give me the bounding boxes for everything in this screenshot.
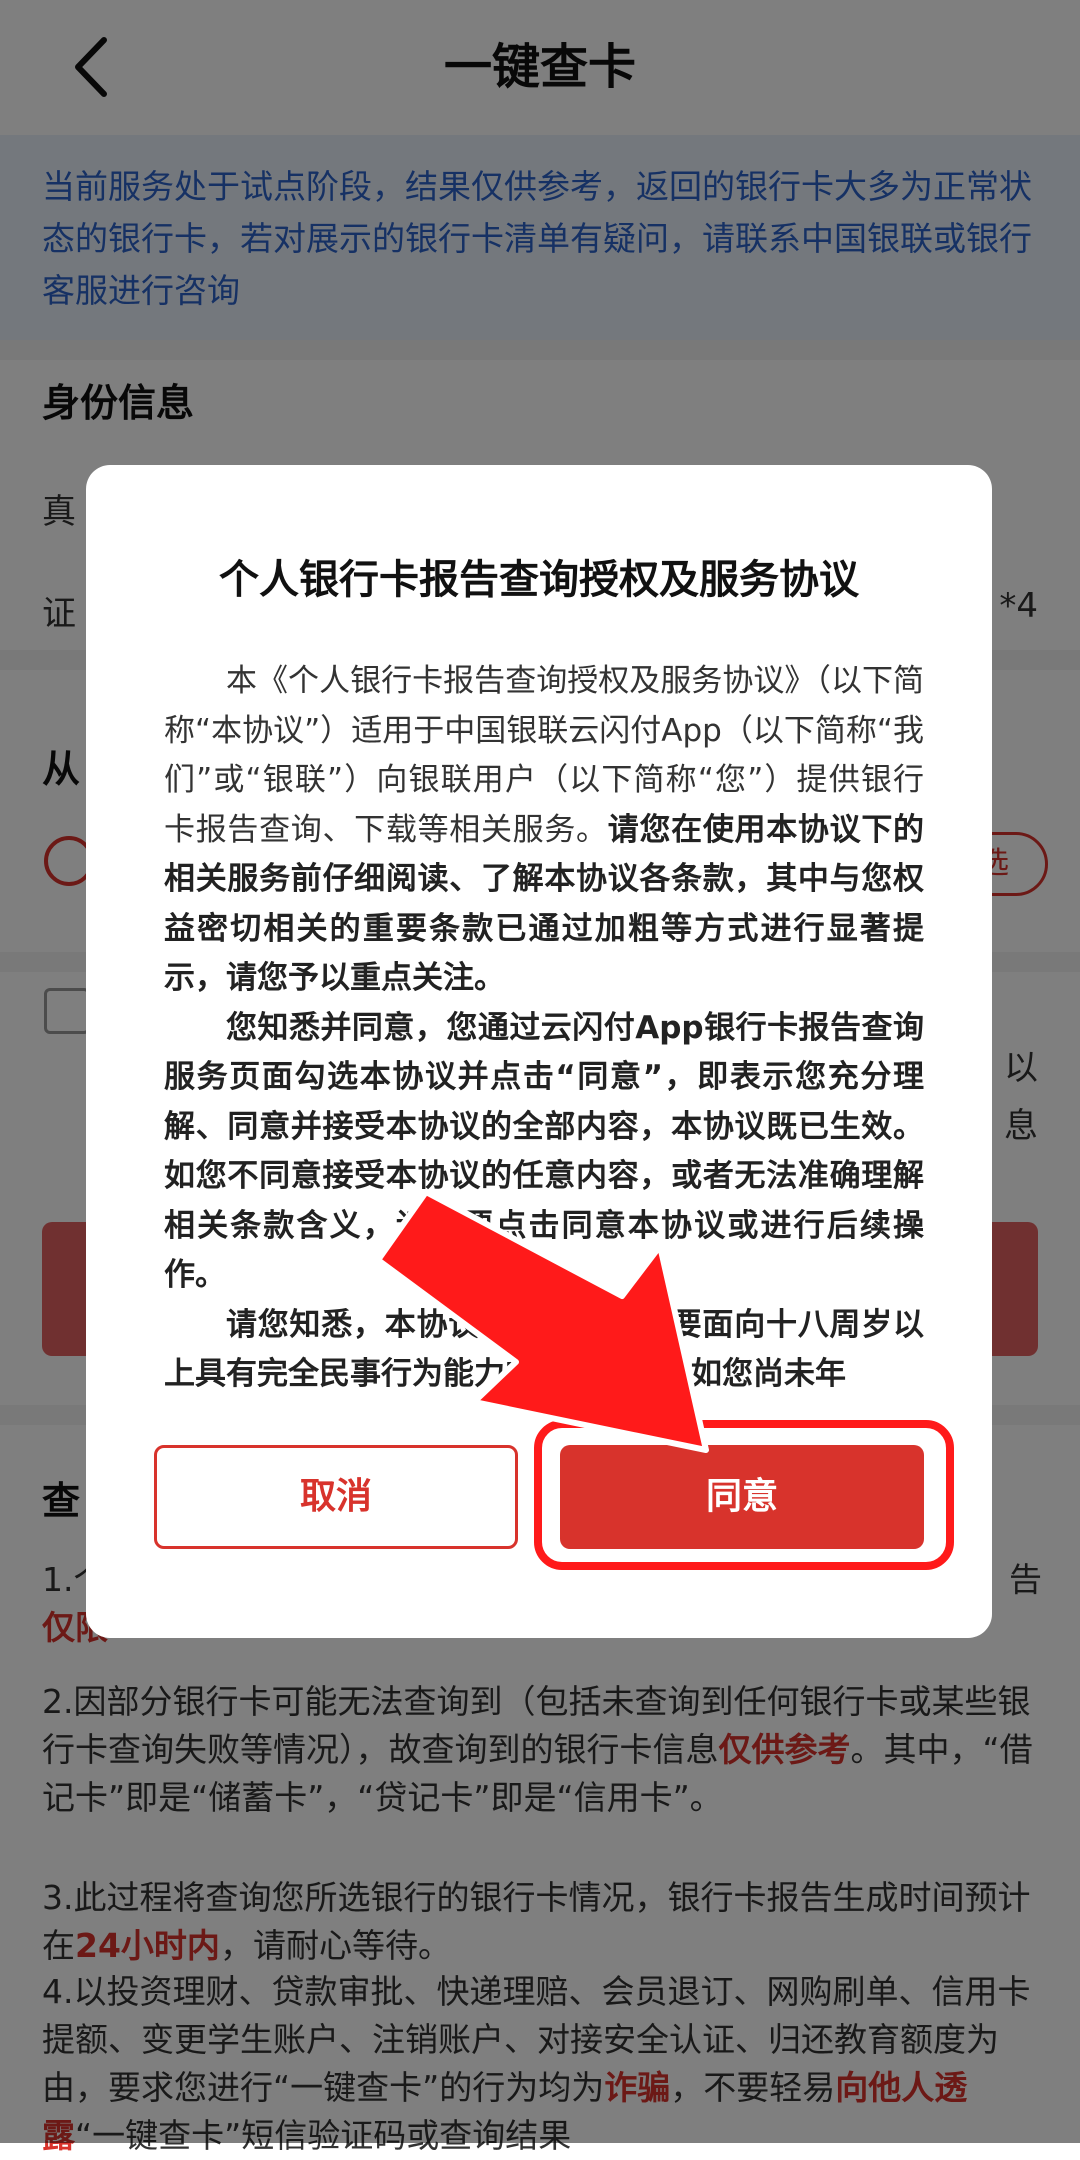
dialog-p3-bold: 请您知悉，本协议及相关服务主要面向十八周岁以上具有完全民事行为能力的用户提供。如… [164,1306,924,1393]
dialog-p2-bold: 您知悉并同意，您通过云闪付App银行卡报告查询服务页面勾选本协议并点击“同意”，… [164,1009,924,1294]
dialog-title: 个人银行卡报告查询授权及服务协议 [219,557,859,603]
dialog-paragraph-2: 您知悉并同意，您通过云闪付App银行卡报告查询服务页面勾选本协议并点击“同意”，… [164,1004,924,1301]
dialog-body[interactable]: 本《个人银行卡报告查询授权及服务协议》（以下简称“本协议”）适用于中国银联云闪付… [164,657,924,1392]
dialog-paragraph-1: 本《个人银行卡报告查询授权及服务协议》（以下简称“本协议”）适用于中国银联云闪付… [164,657,924,1004]
annotation-highlight-box [534,1420,954,1570]
dialog-paragraph-3: 请您知悉，本协议及相关服务主要面向十八周岁以上具有完全民事行为能力的用户提供。如… [164,1301,924,1393]
cancel-button[interactable]: 取消 [154,1445,518,1549]
